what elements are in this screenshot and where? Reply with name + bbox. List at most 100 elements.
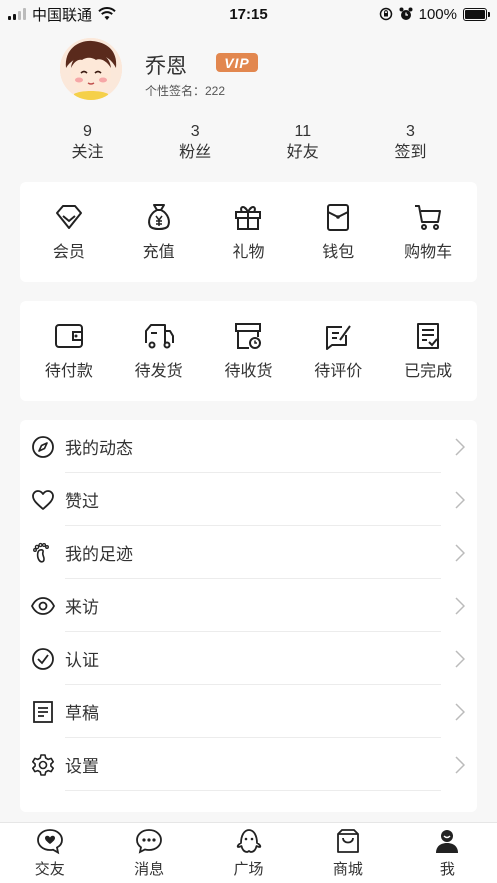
menu-item-label: 来访: [65, 598, 99, 617]
menu-item-drafts[interactable]: 草稿: [20, 685, 477, 738]
alarm-icon: [399, 7, 413, 20]
stat-checkin[interactable]: 3 签到: [357, 122, 464, 164]
service-recharge[interactable]: 充值: [115, 202, 203, 262]
order-label: 待付款: [44, 363, 93, 380]
order-pending-receipt[interactable]: 待收货: [204, 321, 292, 381]
user-signature: 个性签名：222: [145, 84, 226, 98]
stat-following[interactable]: 9 关注: [34, 122, 141, 164]
tab-square[interactable]: 广场: [199, 823, 298, 883]
menu-item-settings[interactable]: 设置: [20, 738, 477, 791]
menu-item-label: 草稿: [65, 704, 99, 723]
check-circle-icon: [32, 647, 54, 670]
service-label: 钱包: [322, 244, 355, 261]
tab-label: 商城: [332, 861, 363, 878]
heart-icon: [32, 489, 54, 510]
stat-label: 好友: [286, 144, 319, 161]
menu-item-label: 认证: [65, 651, 99, 670]
stat-value: 3: [190, 123, 200, 140]
tab-label: 我: [439, 861, 455, 878]
chevron-right-icon: [455, 649, 465, 668]
vip-badge: VIP: [216, 53, 258, 72]
stat-label: 关注: [71, 144, 104, 161]
money-bag-icon: [147, 204, 170, 230]
tab-label: 广场: [233, 861, 264, 878]
battery-icon: [463, 7, 490, 21]
order-pending-shipment[interactable]: 待发货: [115, 321, 203, 381]
menu-item-label: 设置: [65, 757, 99, 776]
stat-label: 签到: [394, 144, 427, 161]
user-name: 乔恩: [145, 55, 187, 78]
stat-followers[interactable]: 3 粉丝: [142, 122, 249, 164]
signal-icon: [8, 8, 26, 20]
menu-item-liked[interactable]: 赞过: [20, 473, 477, 526]
carrier-label: 中国联通: [32, 6, 93, 24]
stat-value: 11: [294, 123, 312, 140]
gear-icon: [31, 753, 54, 776]
menu-item-visitors[interactable]: 来访: [20, 579, 477, 632]
box-clock-icon: [235, 323, 262, 349]
chevron-right-icon: [455, 755, 465, 774]
service-wallet[interactable]: 钱包: [294, 202, 382, 262]
tab-me[interactable]: 我: [398, 823, 497, 883]
chevron-right-icon: [455, 490, 465, 509]
menu-item-my-posts[interactable]: 我的动态: [20, 420, 477, 473]
footprint-icon: [33, 542, 49, 563]
menu-item-label: 赞过: [65, 492, 99, 511]
menu-card: 我的动态 赞过 我的足迹 来访 认证 草稿 设置: [20, 420, 477, 812]
battery-percent: 100%: [418, 5, 457, 23]
stat-label: 粉丝: [179, 144, 212, 161]
service-label: 购物车: [404, 244, 453, 261]
service-label: 充值: [142, 244, 175, 261]
avatar[interactable]: [60, 38, 122, 100]
shopping-bag-icon: [337, 829, 359, 853]
chevron-right-icon: [455, 596, 465, 615]
order-completed[interactable]: 已完成: [384, 321, 472, 381]
review-icon: [326, 325, 352, 350]
order-label: 已完成: [404, 363, 453, 380]
service-cart[interactable]: 购物车: [384, 202, 472, 262]
user-icon: [436, 830, 459, 853]
chevron-right-icon: [455, 702, 465, 721]
stats-row: 9 关注 3 粉丝 11 好友 3 签到: [34, 122, 464, 164]
bottom-tab-bar: 交友 消息 广场 商城 我: [0, 822, 497, 883]
orders-card: 待付款 待发货 待收货 待评价 已完成: [20, 301, 477, 401]
status-bar: 中国联通 17:15 100%: [0, 0, 497, 28]
order-label: 待发货: [134, 363, 183, 380]
compass-icon: [32, 435, 54, 458]
service-gift[interactable]: 礼物: [204, 202, 292, 262]
ghost-icon: [236, 829, 261, 853]
service-member[interactable]: 会员: [25, 202, 113, 262]
eye-icon: [31, 596, 55, 615]
service-label: 礼物: [232, 244, 265, 261]
order-pending-review[interactable]: 待评价: [294, 321, 382, 381]
services-card: 会员 充值 礼物 钱包 购物车: [20, 182, 477, 282]
divider: [65, 790, 441, 791]
rotation-lock-icon: [379, 7, 392, 21]
order-label: 待收货: [224, 363, 273, 380]
tab-label: 交友: [34, 861, 65, 878]
tab-mall[interactable]: 商城: [298, 823, 397, 883]
tab-dating[interactable]: 交友: [0, 823, 99, 883]
chat-bubble-icon: [136, 829, 163, 854]
order-label: 待评价: [314, 363, 363, 380]
stat-friends[interactable]: 11 好友: [249, 122, 356, 164]
stat-value: 3: [406, 123, 415, 140]
menu-item-label: 我的动态: [65, 439, 133, 458]
cart-icon: [415, 205, 442, 230]
chevron-right-icon: [455, 543, 465, 562]
tab-label: 消息: [134, 861, 165, 878]
profile-header: 乔恩 VIP 个性签名：222: [0, 38, 497, 108]
tab-messages[interactable]: 消息: [99, 823, 198, 883]
heart-chat-icon: [36, 829, 63, 855]
wifi-icon: [98, 7, 116, 20]
truck-icon: [144, 324, 174, 349]
diamond-icon: [55, 205, 82, 229]
service-label: 会员: [52, 244, 85, 261]
menu-item-label: 我的足迹: [65, 545, 133, 564]
menu-item-footprints[interactable]: 我的足迹: [20, 526, 477, 579]
document-icon: [33, 700, 53, 723]
order-pending-payment[interactable]: 待付款: [25, 321, 113, 381]
menu-item-verification[interactable]: 认证: [20, 632, 477, 685]
wallet-icon: [327, 204, 350, 231]
document-check-icon: [417, 323, 440, 349]
